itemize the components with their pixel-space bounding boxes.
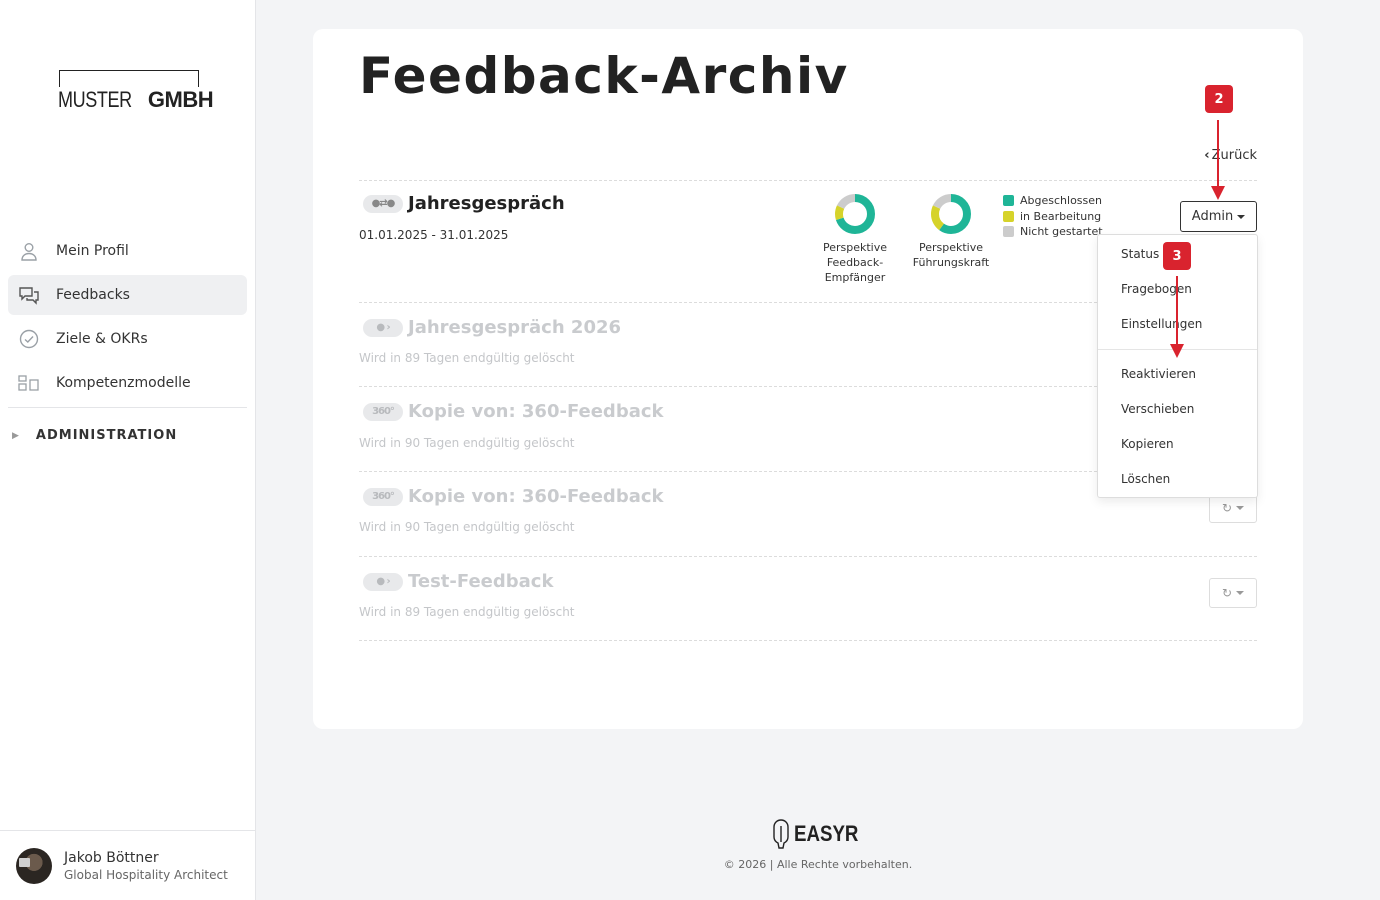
row-title: ● › Test-Feedback (363, 571, 553, 592)
check-circle-icon (18, 328, 40, 350)
restore-icon: ↻ (1221, 586, 1233, 600)
chart-label: Perspektive Feedback- Empfänger (822, 241, 888, 284)
row-title: ● › Jahresgespräch 2026 (363, 317, 621, 338)
legend-item-completed: Abgeschlossen (1003, 193, 1103, 209)
footer-brand: EASYR (794, 821, 859, 846)
competence-model-icon (18, 372, 40, 394)
sidebar-item-mein-profil[interactable]: Mein Profil (8, 231, 247, 271)
menu-item-loeschen[interactable]: Löschen (1121, 472, 1170, 486)
menu-item-kopieren[interactable]: Kopieren (1121, 437, 1174, 451)
easyr-logo-icon (773, 819, 789, 849)
feedback-row-archived: ● › Test-Feedback Wird in 89 Tagen endgül… (359, 556, 1257, 641)
section-label: ADMINISTRATION (35, 428, 178, 443)
legend-item-in-progress: in Bearbeitung (1003, 209, 1103, 225)
row-title: 360° Kopie von: 360-Feedback (363, 486, 664, 507)
restore-icon: ↻ (1221, 501, 1233, 515)
sidebar-item-label: Ziele & OKRs (56, 331, 148, 347)
sidebar-item-kompetenzmodelle[interactable]: Kompetenzmodelle (8, 363, 247, 403)
user-icon (18, 240, 40, 262)
copyright-text: © 2026 | Alle Rechte vorbehalten. (723, 858, 913, 871)
deletion-note: Wird in 90 Tagen endgültig gelöscht (359, 520, 575, 534)
sidebar-item-label: Kompetenzmodelle (56, 375, 191, 391)
row-title-text: Test-Feedback (408, 571, 554, 592)
logo-text-bold: GMBH (147, 87, 214, 112)
sidebar: MUSTER GMBH Mein Profil Feedbacks Ziele &… (0, 0, 256, 900)
row-dates: 01.01.2025 - 31.01.2025 (359, 228, 509, 242)
row-title-text: Kopie von: 360-Feedback (408, 486, 664, 507)
participants-exchange-icon: ●⇄● (363, 194, 403, 213)
deletion-note: Wird in 90 Tagen endgültig gelöscht (359, 436, 575, 450)
menu-item-einstellungen[interactable]: Einstellungen (1121, 317, 1202, 331)
sidebar-section-administration[interactable]: ▶ ADMINISTRATION (12, 428, 177, 443)
annotation-arrow-line (1217, 120, 1219, 186)
sidebar-item-feedbacks[interactable]: Feedbacks (8, 275, 247, 315)
chart-label: Perspektive Führungskraft (912, 241, 990, 269)
donut-graphic (835, 194, 875, 234)
caret-down-icon (1236, 591, 1245, 595)
menu-item-fragebogen[interactable]: Fragebogen (1121, 282, 1192, 296)
admin-label: Admin (1191, 209, 1234, 224)
legend-swatch (1003, 210, 1014, 222)
participant-forward-icon: ● › (363, 318, 403, 337)
sidebar-item-label: Mein Profil (56, 243, 129, 259)
participant-forward-icon: ● › (363, 572, 403, 591)
annotation-arrow-line (1176, 276, 1178, 344)
legend-swatch (1003, 195, 1014, 207)
deletion-note: Wird in 89 Tagen endgültig gelöscht (359, 351, 575, 365)
restore-dropdown-button[interactable]: ↻ (1209, 578, 1257, 608)
copyright: © 2026 | Alle Rechte vorbehalten. (0, 858, 1380, 871)
footer-logo: EASYR (772, 818, 870, 850)
donut-graphic (931, 194, 971, 234)
admin-dropdown-menu: Status Fragebogen Einstellungen Reaktivi… (1097, 234, 1258, 498)
caret-down-icon (1237, 214, 1246, 219)
page-title: Feedback-Archiv (359, 47, 849, 105)
nav-divider (8, 407, 247, 408)
feedback-360-icon: 360° (363, 402, 403, 421)
sidebar-nav: Mein Profil Feedbacks Ziele & OKRs Kompe… (8, 231, 247, 407)
menu-item-reaktivieren[interactable]: Reaktivieren (1121, 367, 1196, 381)
admin-dropdown-button[interactable]: Admin (1180, 201, 1257, 232)
back-link[interactable]: ‹ Zurück (1204, 148, 1257, 163)
feedback-360-icon: 360° (363, 487, 403, 506)
chevron-left-icon: ‹ (1204, 148, 1210, 163)
donut-chart-feedback-recipient: Perspektive Feedback- Empfänger (813, 192, 897, 285)
donut-chart-manager: Perspektive Führungskraft (909, 192, 993, 270)
sidebar-item-label: Feedbacks (56, 287, 130, 303)
annotation-arrow-head (1170, 344, 1184, 358)
annotation-badge-2: 2 (1205, 85, 1233, 113)
annotation-arrow-head (1211, 186, 1225, 200)
row-title-text[interactable]: Jahresgespräch (408, 193, 565, 214)
deletion-note: Wird in 89 Tagen endgültig gelöscht (359, 605, 575, 619)
company-logo: MUSTER GMBH (58, 70, 218, 113)
row-title-text: Jahresgespräch 2026 (408, 317, 622, 338)
menu-item-status[interactable]: Status (1121, 247, 1159, 261)
chat-bubbles-icon (18, 284, 40, 306)
caret-down-icon (1236, 506, 1245, 510)
logo-text-light: MUSTER (58, 87, 132, 112)
row-title-text: Kopie von: 360-Feedback (408, 401, 664, 422)
row-title: 360° Kopie von: 360-Feedback (363, 401, 664, 422)
legend-swatch (1003, 226, 1014, 238)
caret-right-icon: ▶ (12, 430, 20, 441)
menu-item-verschieben[interactable]: Verschieben (1121, 402, 1194, 416)
chart-legend: Abgeschlossen in Bearbeitung Nicht gesta… (1003, 193, 1103, 240)
row-title: ●⇄● Jahresgespräch (363, 193, 565, 214)
sidebar-item-ziele-okrs[interactable]: Ziele & OKRs (8, 319, 247, 359)
annotation-badge-3: 3 (1163, 242, 1191, 270)
legend-item-not-started: Nicht gestartet (1003, 224, 1103, 240)
